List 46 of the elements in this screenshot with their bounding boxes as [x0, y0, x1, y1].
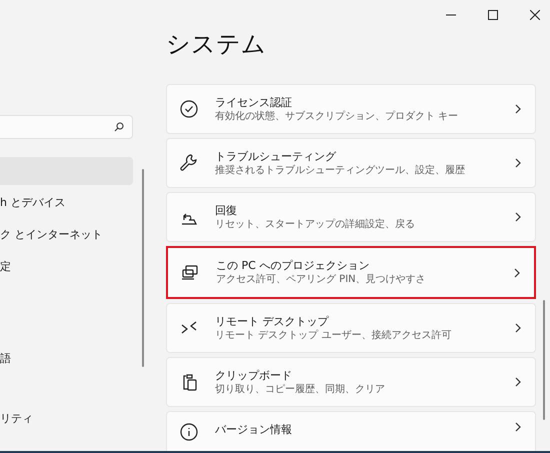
- card-subtitle: 切り取り、コピー履歴、同期、クリア: [215, 382, 386, 396]
- card-title: リモート デスクトップ: [215, 314, 330, 328]
- card-title: 回復: [215, 202, 238, 218]
- recovery-icon: [181, 213, 197, 225]
- scrollbar[interactable]: [543, 300, 545, 420]
- info-icon: [180, 423, 198, 441]
- settings-card[interactable]: リモート デスクトップ リモート デスクトップ ユーザー、接続アクセス許可: [166, 303, 536, 353]
- card-subtitle: リモート デスクトップ ユーザー、接続アクセス許可: [215, 328, 452, 342]
- card-subtitle: アクセス許可、ペアリング PIN、見つけやすさ: [216, 273, 427, 287]
- nav-item[interactable]: 定: [0, 253, 133, 281]
- card-subtitle: リセット、スタートアップの詳細設定、戻る: [215, 218, 416, 232]
- chevron-icon: [515, 377, 521, 387]
- page-title: システム: [166, 30, 267, 60]
- monitors-icon: [182, 264, 198, 280]
- settings-card[interactable]: クリップボード 切り取り、コピー履歴、同期、クリア: [166, 357, 536, 407]
- nav-item[interactable]: リティ: [0, 405, 133, 433]
- remote-arrows-icon: [181, 321, 197, 334]
- chevron-icon: [515, 104, 521, 114]
- chevron-icon: [514, 268, 520, 278]
- scrollbar[interactable]: [142, 169, 144, 367]
- settings-card[interactable]: トラブルシューティング 推奨されるトラブルシューティングツール、設定、履歴: [166, 138, 536, 188]
- settings-card[interactable]: この PC へのプロジェクション アクセス許可、ペアリング PIN、見つけやすさ: [166, 246, 536, 299]
- nav-item[interactable]: h とデバイス: [0, 189, 133, 217]
- chevron-icon: [515, 212, 521, 222]
- wrench-icon: [180, 154, 197, 171]
- chevron-icon: [515, 422, 521, 432]
- card-title: ライセンス認証: [215, 94, 293, 110]
- nav-item[interactable]: 語: [0, 345, 133, 373]
- card-subtitle: 推奨されるトラブルシューティングツール、設定、履歴: [215, 164, 466, 178]
- check-circle-icon: [180, 100, 198, 118]
- settings-card[interactable]: ライセンス認証 有効化の状態、サブスクリプション、プロダクト キー: [166, 84, 536, 134]
- nav-item[interactable]: ク とインターネット: [0, 221, 133, 249]
- search-icon: [114, 122, 124, 132]
- settings-card[interactable]: バージョン情報: [166, 411, 536, 451]
- close-icon[interactable]: [530, 10, 540, 20]
- settings-card[interactable]: 回復 リセット、スタートアップの詳細設定、戻る: [166, 192, 536, 242]
- maximize-icon[interactable]: [488, 10, 498, 20]
- search-field[interactable]: [0, 115, 133, 139]
- clipboard-icon: [183, 374, 197, 391]
- chevron-icon: [515, 323, 521, 333]
- card-title: クリップボード: [215, 368, 293, 382]
- card-title: トラブルシューティング: [215, 148, 338, 164]
- card-title: この PC へのプロジェクション: [216, 258, 370, 273]
- card-title: バージョン情報: [215, 422, 293, 437]
- card-subtitle: 有効化の状態、サブスクリプション、プロダクト キー: [215, 110, 460, 124]
- chevron-icon: [515, 158, 521, 168]
